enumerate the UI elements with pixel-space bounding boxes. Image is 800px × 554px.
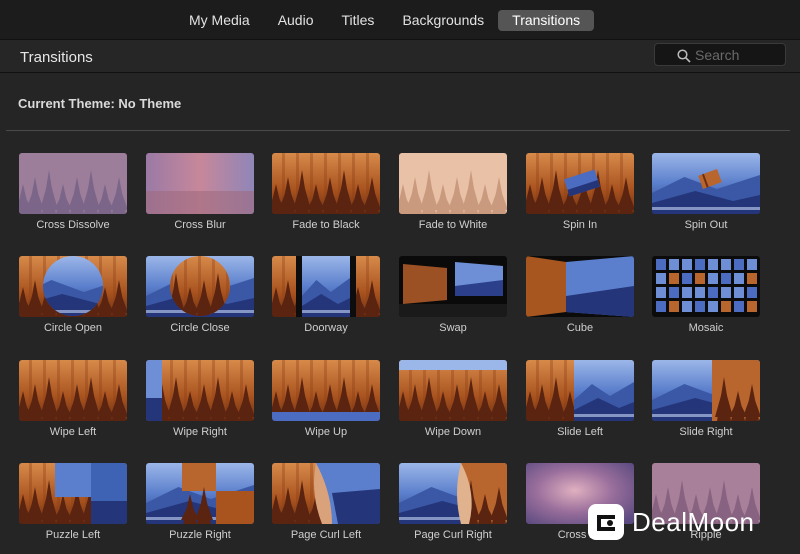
transition-thumbnail[interactable] (526, 256, 634, 317)
transition-label: Circle Close (170, 322, 230, 334)
transition-mosaic[interactable]: Mosaic (651, 256, 761, 346)
transition-label: Circle Open (43, 322, 103, 334)
transition-thumbnail[interactable] (146, 153, 254, 214)
tab-transitions[interactable]: Transitions (498, 10, 595, 31)
transition-thumbnail[interactable] (272, 153, 380, 214)
transition-spin-out[interactable]: Spin Out (651, 153, 761, 243)
transition-page-curl-left[interactable]: Page Curl Left (271, 463, 381, 553)
transition-thumbnail[interactable] (146, 463, 254, 524)
transition-thumbnail[interactable] (399, 256, 507, 317)
transition-doorway[interactable]: Doorway (271, 256, 381, 346)
transition-label: Spin In (562, 219, 598, 231)
transition-label: Puzzle Right (169, 529, 231, 541)
transition-label: Slide Right (679, 426, 733, 438)
transition-thumbnail[interactable] (146, 256, 254, 317)
transition-label: Wipe Right (173, 426, 227, 438)
transition-label: Page Curl Left (290, 529, 362, 541)
search-field[interactable] (654, 43, 786, 66)
transition-fade-to-white[interactable]: Fade to White (398, 153, 508, 243)
transition-label: Wipe Left (49, 426, 97, 438)
transition-thumbnail[interactable] (399, 153, 507, 214)
transition-puzzle-left[interactable]: Puzzle Left (18, 463, 128, 553)
transition-thumbnail[interactable] (652, 153, 760, 214)
transition-label: Wipe Up (304, 426, 348, 438)
transition-label: Mosaic (688, 322, 724, 334)
transition-circle-open[interactable]: Circle Open (18, 256, 128, 346)
dealmoon-logo-icon (588, 504, 624, 540)
tab-audio[interactable]: Audio (264, 10, 328, 31)
transition-thumbnail[interactable] (399, 360, 507, 421)
transition-thumbnail[interactable] (272, 463, 380, 524)
transition-thumbnail[interactable] (526, 360, 634, 421)
transition-page-curl-right[interactable]: Page Curl Right (398, 463, 508, 553)
transition-label: Swap (439, 322, 467, 334)
transition-grid: Cross Dissolve Cross Blur Fade to Black Fa… (0, 73, 800, 554)
transition-wipe-left[interactable]: Wipe Left (18, 360, 128, 450)
transition-wipe-up[interactable]: Wipe Up (271, 360, 381, 450)
transition-spin-in[interactable]: Spin In (525, 153, 635, 243)
transition-label: Doorway (304, 322, 348, 334)
transition-fade-to-black[interactable]: Fade to Black (271, 153, 381, 243)
transition-label: Puzzle Left (45, 529, 101, 541)
search-input[interactable] (695, 46, 783, 64)
watermark: DealMoon (588, 503, 788, 543)
transition-cross-blur[interactable]: Cross Blur (145, 153, 255, 243)
transition-label: Spin Out (684, 219, 728, 231)
transition-thumbnail[interactable] (19, 153, 127, 214)
transition-swap[interactable]: Swap (398, 256, 508, 346)
search-icon (677, 49, 691, 63)
transition-label: Fade to White (418, 219, 488, 231)
transition-thumbnail[interactable] (146, 360, 254, 421)
tab-my-media[interactable]: My Media (175, 10, 264, 31)
transition-thumbnail[interactable] (652, 256, 760, 317)
transition-label: Fade to Black (292, 219, 360, 231)
page-title: Transitions (20, 49, 93, 66)
transition-thumbnail[interactable] (19, 256, 127, 317)
transition-cube[interactable]: Cube (525, 256, 635, 346)
transition-thumbnail[interactable] (19, 360, 127, 421)
transition-thumbnail[interactable] (272, 360, 380, 421)
transition-label: Slide Left (557, 426, 603, 438)
transition-wipe-down[interactable]: Wipe Down (398, 360, 508, 450)
tab-titles[interactable]: Titles (328, 10, 389, 31)
transition-thumbnail[interactable] (399, 463, 507, 524)
transition-thumbnail[interactable] (19, 463, 127, 524)
transition-thumbnail[interactable] (526, 153, 634, 214)
transition-label: Cross Dissolve (36, 219, 110, 231)
transitions-browser: Current Theme: No Theme Cross Dissolve Cr… (0, 73, 800, 554)
media-tab-bar: My Media Audio Titles Backgrounds Transition… (0, 0, 800, 40)
transition-circle-close[interactable]: Circle Close (145, 256, 255, 346)
transition-puzzle-right[interactable]: Puzzle Right (145, 463, 255, 553)
transition-thumbnail[interactable] (272, 256, 380, 317)
watermark-text: DealMoon (632, 507, 755, 537)
transition-wipe-right[interactable]: Wipe Right (145, 360, 255, 450)
transition-label: Cube (566, 322, 594, 334)
browser-header: Transitions (0, 40, 800, 73)
transition-thumbnail[interactable] (652, 360, 760, 421)
transition-slide-left[interactable]: Slide Left (525, 360, 635, 450)
tab-backgrounds[interactable]: Backgrounds (388, 10, 498, 31)
transition-label: Wipe Down (424, 426, 482, 438)
transition-label: Page Curl Right (414, 529, 492, 541)
tabs: My Media Audio Titles Backgrounds Transition… (175, 10, 595, 32)
transition-cross-dissolve[interactable]: Cross Dissolve (18, 153, 128, 243)
transition-slide-right[interactable]: Slide Right (651, 360, 761, 450)
transition-label: Cross Blur (174, 219, 226, 231)
